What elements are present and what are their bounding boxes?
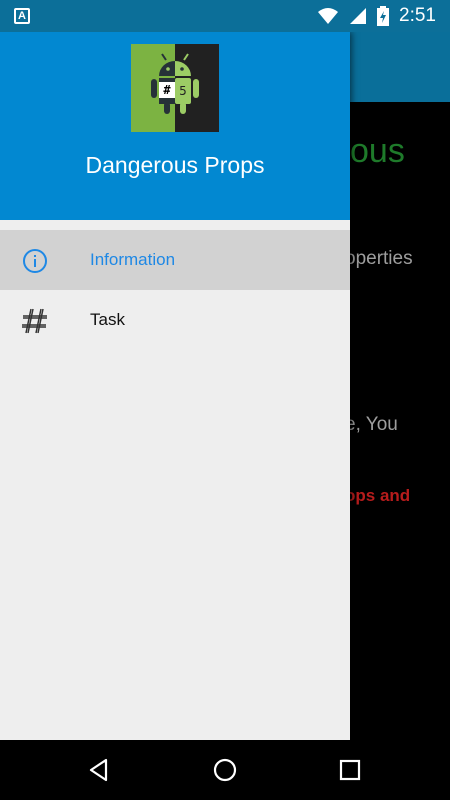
android-robot-icon: # 5 (151, 53, 199, 114)
system-navigation-bar (0, 740, 450, 800)
menu-item-label: Task (90, 310, 125, 329)
background-text-line: operties (345, 248, 413, 269)
app-logo: # 5 (131, 44, 219, 132)
menu-item-task[interactable]: Task (0, 290, 350, 350)
background-title: ous (350, 132, 405, 170)
home-icon[interactable] (209, 754, 241, 786)
clock: 2:51 (399, 5, 436, 26)
background-warning-text: ops and (345, 486, 411, 505)
drawer-menu: Information Task (0, 230, 350, 350)
a-icon: A (14, 8, 30, 24)
drawer-title: Dangerous Props (85, 152, 265, 178)
status-bar: A 2:51 (0, 0, 450, 32)
info-icon (23, 249, 47, 273)
battery-charging-icon (377, 6, 390, 26)
drawer-header: # 5 Dangerous Props (0, 32, 350, 220)
navigation-drawer: # 5 Dangerous Props Information Task (0, 32, 350, 740)
svg-text:5: 5 (179, 84, 187, 98)
background-text-line: e, You (345, 414, 398, 435)
menu-item-information[interactable]: Information (0, 230, 350, 290)
svg-text:#: # (163, 83, 171, 97)
hash-icon (22, 308, 47, 334)
signal-icon (350, 8, 367, 24)
recents-icon[interactable] (334, 754, 366, 786)
wifi-icon (318, 8, 339, 24)
back-icon[interactable] (84, 754, 116, 786)
status-right: 2:51 (317, 0, 436, 32)
menu-item-label: Information (90, 250, 176, 269)
